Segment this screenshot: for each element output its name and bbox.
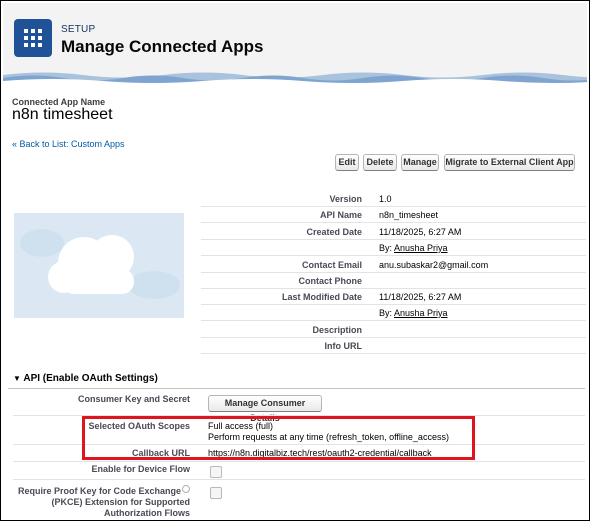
oauth-section-header[interactable]: ▼ API (Enable OAuth Settings) bbox=[13, 373, 158, 384]
api-name-value: n8n_timesheet bbox=[379, 210, 439, 220]
divider bbox=[201, 304, 586, 305]
created-by-prefix: By: bbox=[379, 243, 393, 253]
created-date-value: 11/18/2025, 6:27 AM bbox=[379, 227, 462, 237]
section-divider bbox=[8, 388, 585, 389]
device-flow-label: Enable for Device Flow bbox=[91, 464, 190, 474]
divider bbox=[201, 222, 586, 223]
record-name: n8n timesheet bbox=[12, 106, 113, 123]
description-label: Description bbox=[312, 325, 362, 335]
contact-phone-label: Contact Phone bbox=[298, 276, 362, 286]
divider bbox=[201, 272, 586, 273]
divider bbox=[13, 479, 585, 480]
cloud-icon bbox=[20, 229, 180, 299]
divider bbox=[201, 239, 586, 240]
delete-button[interactable]: Delete bbox=[363, 154, 397, 171]
version-label: Version bbox=[329, 194, 362, 204]
info-url-label: Info URL bbox=[324, 341, 363, 351]
manage-consumer-details-button[interactable]: Manage Consumer Details bbox=[208, 395, 322, 423]
pkce-checkbox[interactable] bbox=[210, 487, 222, 499]
divider bbox=[201, 255, 586, 256]
header-wave-decoration bbox=[3, 69, 587, 85]
oauth-section-title: API (Enable OAuth Settings) bbox=[23, 373, 158, 384]
divider bbox=[201, 353, 586, 354]
back-to-list-link[interactable]: « Back to List: Custom Apps bbox=[12, 139, 125, 149]
edit-button[interactable]: Edit bbox=[335, 154, 359, 171]
version-value: 1.0 bbox=[379, 194, 392, 204]
api-name-label: API Name bbox=[319, 210, 362, 220]
app-grid-icon bbox=[14, 19, 52, 57]
created-by: By: Anusha Priya bbox=[379, 243, 448, 253]
collapse-triangle-icon[interactable]: ▼ bbox=[13, 374, 21, 383]
setup-label: SETUP bbox=[61, 24, 96, 35]
pkce-label-line-2: (PKCE) Extension for Supported bbox=[51, 497, 190, 507]
modified-by: By: Anusha Priya bbox=[379, 308, 448, 318]
divider bbox=[201, 206, 586, 207]
divider bbox=[13, 461, 585, 462]
consumer-key-label: Consumer Key and Secret bbox=[77, 394, 190, 404]
pkce-label-line-3: Authorization Flows bbox=[104, 508, 190, 518]
created-date-label: Created Date bbox=[306, 227, 362, 237]
modified-date-value: 11/18/2025, 6:27 AM bbox=[379, 292, 462, 302]
divider bbox=[201, 288, 586, 289]
created-by-link[interactable]: Anusha Priya bbox=[394, 243, 448, 253]
app-logo bbox=[14, 213, 184, 318]
pkce-label-line-1: Require Proof Key for Code Exchange bbox=[13, 485, 190, 497]
device-flow-checkbox[interactable] bbox=[210, 466, 222, 478]
setup-page: SETUP Manage Connected Apps Connected Ap… bbox=[0, 0, 590, 521]
contact-email-value: anu.subaskar2@gmail.com bbox=[379, 260, 489, 270]
contact-email-label: Contact Email bbox=[301, 260, 362, 270]
highlight-box bbox=[82, 416, 475, 460]
divider bbox=[201, 320, 586, 321]
page-title: Manage Connected Apps bbox=[61, 37, 264, 56]
modified-by-prefix: By: bbox=[379, 308, 393, 318]
divider bbox=[201, 337, 586, 338]
pkce-label: Require Proof Key for Code Exchange (PKC… bbox=[13, 485, 190, 519]
migrate-button[interactable]: Migrate to External Client App bbox=[444, 154, 575, 171]
modified-by-link[interactable]: Anusha Priya bbox=[394, 308, 448, 318]
info-icon[interactable] bbox=[182, 485, 190, 493]
manage-button[interactable]: Manage bbox=[401, 154, 439, 171]
modified-date-label: Last Modified Date bbox=[281, 292, 362, 302]
